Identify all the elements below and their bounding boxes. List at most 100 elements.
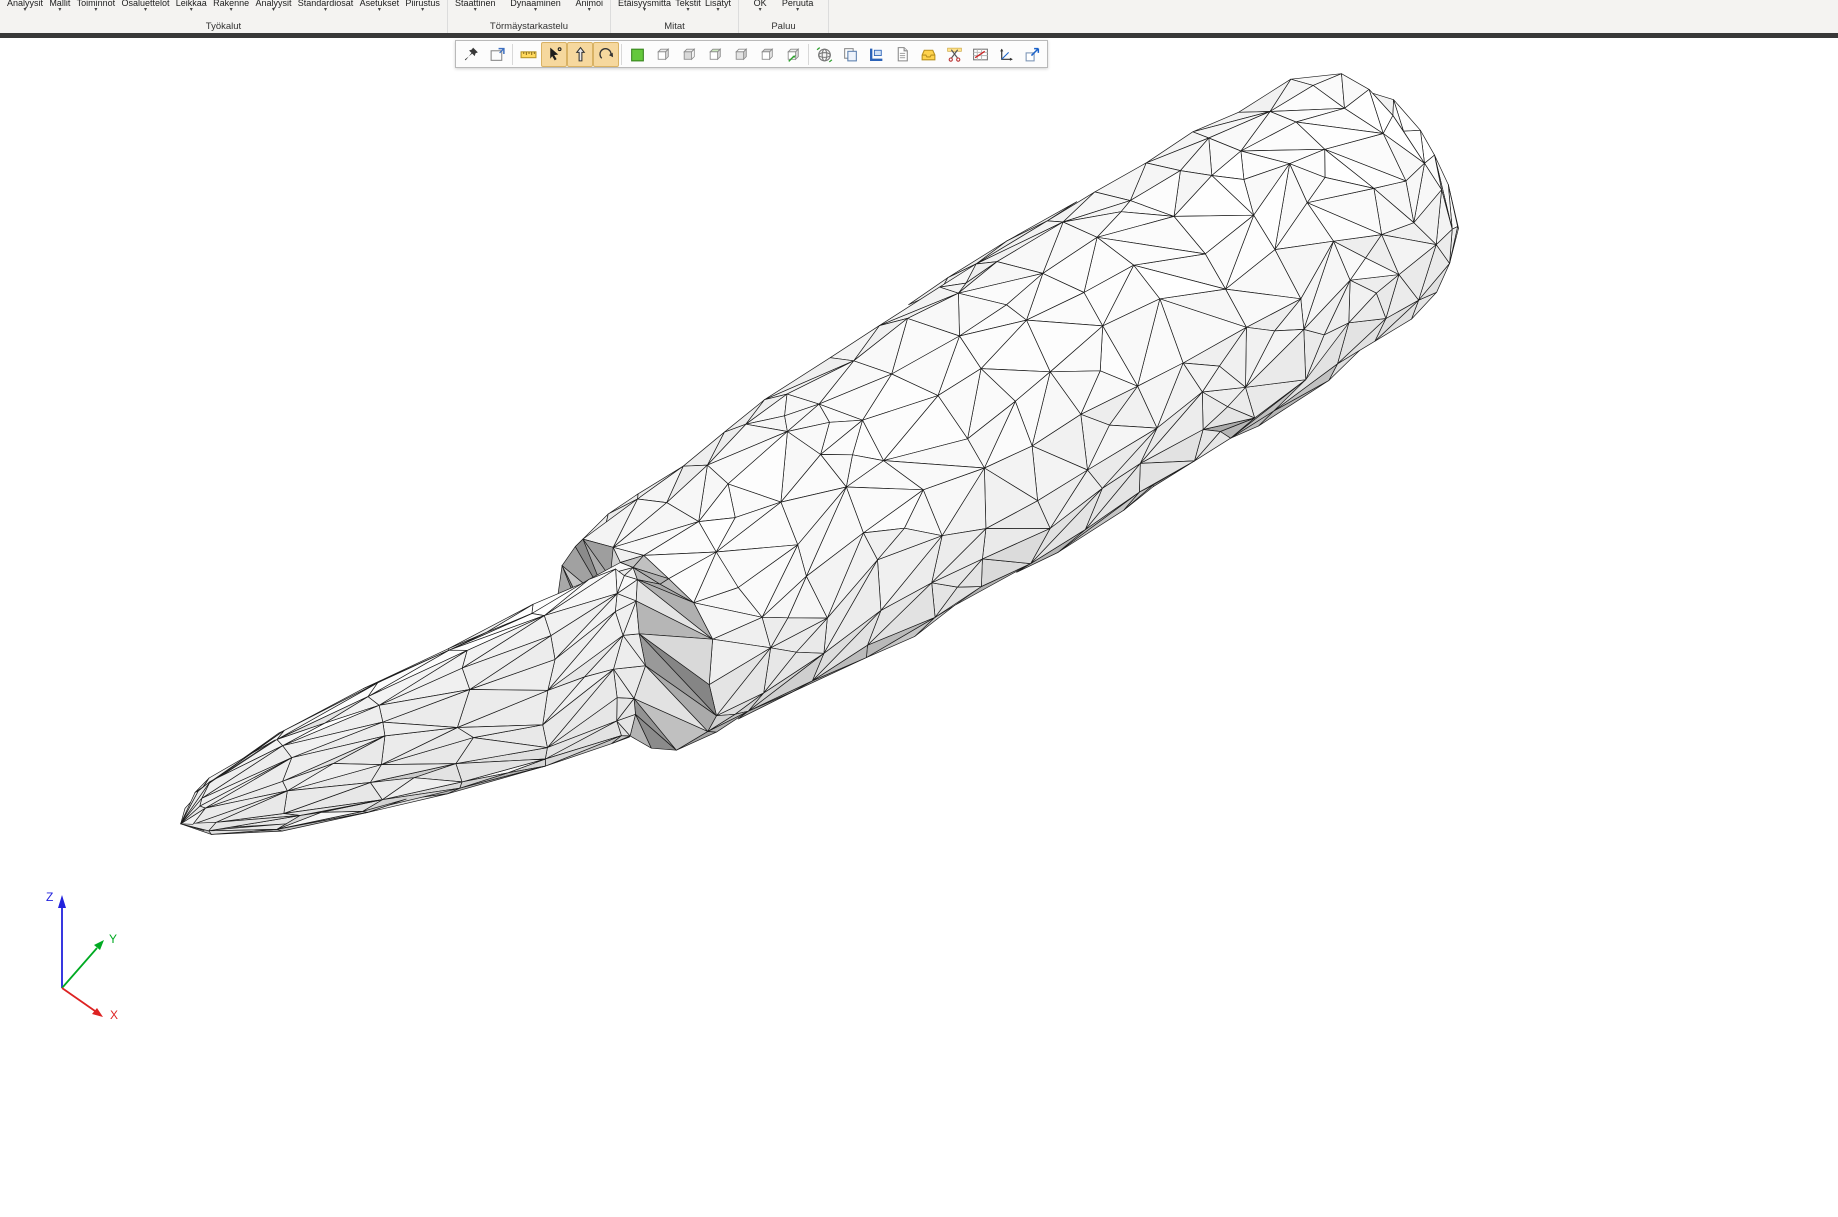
ribbon-group-paluu: OK▾ Peruuta▾ Paluu [739,0,829,33]
ribbon-group-label: Paluu [739,21,828,32]
floating-toolbar [455,40,1048,68]
z-axis-label: Z [46,890,53,904]
section-button[interactable] [863,42,889,67]
viewport-area: Z Y X [0,38,1838,1217]
menu-item-toiminnot[interactable]: Toiminnot▾ [77,0,116,13]
y-axis [62,948,97,988]
dropdown-caret-icon: ▾ [230,8,233,13]
dropdown-caret-icon: ▾ [474,8,477,13]
ribbon-group-mitat: Etäisyysmitta▾ Tekstit▾ Lisätyt▾ Mitat [611,0,739,33]
fit-view-button[interactable] [484,42,510,67]
ruler-button[interactable] [515,42,541,67]
menu-item-leikkaa[interactable]: Leikkaa▾ [176,0,207,13]
menu-item-analyysit-2[interactable]: Analyysit▾ [255,0,291,13]
dropdown-caret-icon: ▾ [796,8,799,13]
menu-item-asetukset[interactable]: Asetukset▾ [360,0,400,13]
dropdown-caret-icon: ▾ [190,8,193,13]
ribbon: Analyysit▾ Mallit▾ Toiminnot▾ Osaluettel… [0,0,1838,33]
ribbon-group-empty [829,0,1838,33]
x-axis-label: X [110,1008,118,1022]
copy-icon [842,46,859,63]
ribbon-items-row: Staattinen▾ Dynaaminen▾ Animoi▾ [448,0,610,14]
view-cube-front-icon [655,46,672,63]
dropdown-caret-icon: ▾ [24,8,27,13]
section-icon [868,46,885,63]
view-cube-right-button[interactable] [728,42,754,67]
menu-item-standardiosat[interactable]: Standardiosat▾ [298,0,354,13]
menu-item-piirustus[interactable]: Piirustus▾ [405,0,440,13]
select-rotate-button[interactable] [541,42,567,67]
menu-item-rakenne[interactable]: Rakenne▾ [213,0,249,13]
dropdown-caret-icon: ▾ [421,8,424,13]
rotate-cw-button[interactable] [593,42,619,67]
ribbon-group-label: Törmäystarkastelu [448,21,610,32]
toolbar-separator [621,44,622,65]
z-axis-arrow [58,895,66,908]
toolbar-separator [808,44,809,65]
menu-item-osaluettelot[interactable]: Osaluettelot▾ [121,0,169,13]
y-axis-label: Y [109,932,117,946]
menu-item-mallit[interactable]: Mallit▾ [49,0,70,13]
dropdown-caret-icon: ▾ [94,8,97,13]
export-button[interactable] [1019,42,1045,67]
pin-button[interactable] [458,42,484,67]
ribbon-items-row: Etäisyysmitta▾ Tekstit▾ Lisätyt▾ [611,0,738,14]
ruler-icon [520,46,537,63]
pin-icon [463,46,480,63]
x-axis [62,988,95,1011]
view-cube-back-button[interactable] [676,42,702,67]
dropdown-caret-icon: ▾ [324,8,327,13]
cube-pick-button[interactable] [780,42,806,67]
solid-cube-icon [629,46,646,63]
move-vertical-button[interactable] [567,42,593,67]
move-up-arrow-icon [572,46,589,63]
view-cube-front-button[interactable] [650,42,676,67]
view-cube-back-icon [681,46,698,63]
view-cube-left-button[interactable] [702,42,728,67]
view-cube-top-button[interactable] [754,42,780,67]
menu-item-analyysit[interactable]: Analyysit▾ [7,0,43,13]
tray-icon [920,46,937,63]
axes-button[interactable] [993,42,1019,67]
copy-button[interactable] [837,42,863,67]
dropdown-caret-icon: ▾ [272,8,275,13]
ribbon-group-label: Mitat [611,21,738,32]
orientation-triad: Z Y X [46,890,118,1022]
cube-pick-icon [785,46,802,63]
menu-item-staattinen[interactable]: Staattinen▾ [455,0,496,13]
view-cube-right-icon [733,46,750,63]
menu-item-lisatyt[interactable]: Lisätyt▾ [705,0,731,13]
3d-viewport[interactable]: Z Y X [0,38,1838,1217]
tray-button[interactable] [915,42,941,67]
menu-item-animoi[interactable]: Animoi▾ [575,0,603,13]
sheet-icon [894,46,911,63]
view-cube-top-icon [759,46,776,63]
view-cube-left-icon [707,46,724,63]
export-arrow-icon [1024,46,1041,63]
ribbon-group-tormaystarkastelu: Staattinen▾ Dynaaminen▾ Animoi▾ Törmäyst… [448,0,611,33]
dropdown-caret-icon: ▾ [716,8,719,13]
measure-grid-button[interactable] [967,42,993,67]
knife-mesh-model [181,74,1459,835]
dropdown-caret-icon: ▾ [534,8,537,13]
dropdown-caret-icon: ▾ [144,8,147,13]
ribbon-items-row: Analyysit▾ Mallit▾ Toiminnot▾ Osaluettel… [0,0,447,14]
dropdown-caret-icon: ▾ [686,8,689,13]
dropdown-caret-icon: ▾ [759,8,762,13]
menu-item-ok[interactable]: OK▾ [754,0,767,13]
fit-view-icon [489,46,506,63]
ribbon-group-tyokalut: Analyysit▾ Mallit▾ Toiminnot▾ Osaluettel… [0,0,448,33]
select-rotate-icon [546,46,563,63]
menu-item-tekstit[interactable]: Tekstit▾ [675,0,701,13]
ribbon-items-row: OK▾ Peruuta▾ [739,0,828,14]
dropdown-caret-icon: ▾ [588,8,591,13]
sheet-button[interactable] [889,42,915,67]
solid-cube-button[interactable] [624,42,650,67]
mesh-sphere-button[interactable] [811,42,837,67]
dropdown-caret-icon: ▾ [643,8,646,13]
axes-icon [998,46,1015,63]
menu-item-dynaaminen[interactable]: Dynaaminen▾ [510,0,561,13]
cut-button[interactable] [941,42,967,67]
menu-item-etaisyysmitta[interactable]: Etäisyysmitta▾ [618,0,671,13]
menu-item-peruuta[interactable]: Peruuta▾ [782,0,814,13]
